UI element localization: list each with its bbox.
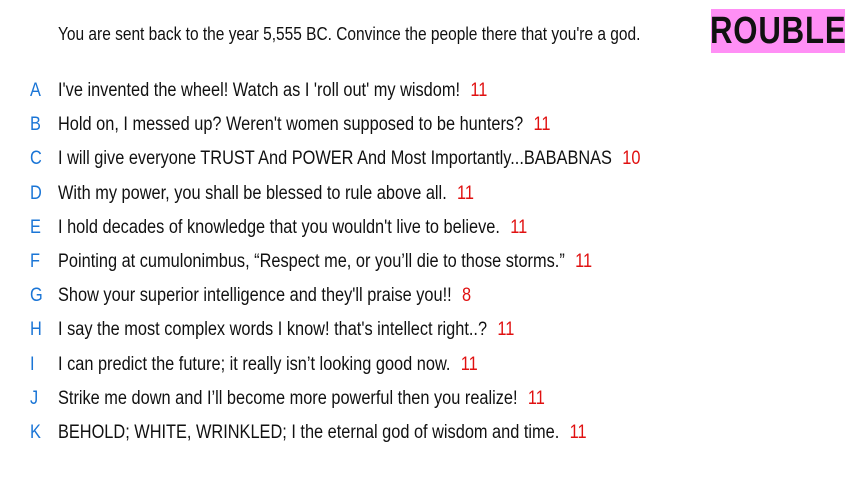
answer-item-f: F Pointing at cumulonimbus, “Respect me,…: [0, 245, 853, 279]
answer-text: I can predict the future; it really isn’…: [58, 353, 451, 375]
answer-text: Pointing at cumulonimbus, “Respect me, o…: [58, 251, 565, 273]
answer-item-a: A I've invented the wheel! Watch as I 'r…: [0, 74, 853, 108]
answer-letter: K: [30, 421, 41, 443]
answer-score: 11: [569, 421, 587, 443]
answer-letter: C: [30, 148, 42, 170]
answer-score: 11: [575, 251, 593, 273]
answer-item-i: I I can predict the future; it really is…: [0, 348, 853, 382]
question-prompt: You are sent back to the year 5,555 BC. …: [58, 24, 641, 44]
answer-letter: D: [30, 182, 42, 204]
answer-letter: F: [30, 251, 40, 273]
answer-text: I say the most complex words I know! tha…: [58, 319, 488, 341]
answer-score: 11: [527, 387, 545, 409]
answer-line: I will give everyone TRUST And POWER And…: [58, 148, 640, 170]
answer-score: 11: [470, 80, 488, 102]
answer-line: Show your superior intelligence and they…: [58, 285, 471, 307]
answer-list: A I've invented the wheel! Watch as I 'r…: [0, 74, 853, 450]
answer-line: Hold on, I messed up? Weren't women supp…: [58, 114, 550, 136]
answer-line: Pointing at cumulonimbus, “Respect me, o…: [58, 251, 592, 273]
answer-score: 11: [460, 353, 478, 375]
answer-score: 10: [622, 148, 641, 170]
answer-item-c: C I will give everyone TRUST And POWER A…: [0, 142, 853, 176]
answer-text: Hold on, I messed up? Weren't women supp…: [58, 114, 524, 136]
answer-letter: I: [30, 353, 35, 375]
answer-score: 11: [510, 216, 528, 238]
answer-item-d: D With my power, you shall be blessed to…: [0, 177, 853, 211]
answer-letter: G: [30, 285, 43, 307]
answer-line: I say the most complex words I know! tha…: [58, 319, 514, 341]
category-badge: ROUBLE: [709, 9, 847, 53]
answer-item-e: E I hold decades of knowledge that you w…: [0, 211, 853, 245]
category-badge-label: ROUBLE: [709, 10, 847, 52]
answer-score: 11: [497, 319, 515, 341]
answer-text: I hold decades of knowledge that you wou…: [58, 216, 500, 238]
answer-line: Strike me down and I’ll become more powe…: [58, 388, 545, 410]
answer-text: Strike me down and I’ll become more powe…: [58, 387, 518, 409]
answer-item-b: B Hold on, I messed up? Weren't women su…: [0, 108, 853, 142]
answer-letter: H: [30, 319, 42, 341]
answer-letter: E: [30, 216, 41, 238]
answer-text: I will give everyone TRUST And POWER And…: [58, 148, 612, 170]
answer-line: I hold decades of knowledge that you wou…: [58, 217, 527, 239]
answer-item-k: K BEHOLD; WHITE, WRINKLED; I the eternal…: [0, 416, 853, 450]
answer-score: 11: [457, 182, 475, 204]
answer-line: I can predict the future; it really isn’…: [58, 354, 478, 376]
answer-line: I've invented the wheel! Watch as I 'rol…: [58, 80, 487, 102]
answer-item-j: J Strike me down and I’ll become more po…: [0, 382, 853, 416]
answer-letter: A: [30, 80, 41, 102]
answer-text: BEHOLD; WHITE, WRINKLED; I the eternal g…: [58, 421, 560, 443]
answer-item-g: G Show your superior intelligence and th…: [0, 279, 853, 313]
answer-item-h: H I say the most complex words I know! t…: [0, 313, 853, 347]
answer-line: With my power, you shall be blessed to r…: [58, 183, 474, 205]
answer-text: With my power, you shall be blessed to r…: [58, 182, 447, 204]
answer-letter: J: [30, 387, 39, 409]
answer-score: 8: [462, 285, 472, 307]
answer-line: BEHOLD; WHITE, WRINKLED; I the eternal g…: [58, 422, 587, 444]
answer-text: Show your superior intelligence and they…: [58, 285, 452, 307]
answer-text: I've invented the wheel! Watch as I 'rol…: [58, 80, 460, 102]
answer-score: 11: [533, 114, 551, 136]
answer-letter: B: [30, 114, 41, 136]
